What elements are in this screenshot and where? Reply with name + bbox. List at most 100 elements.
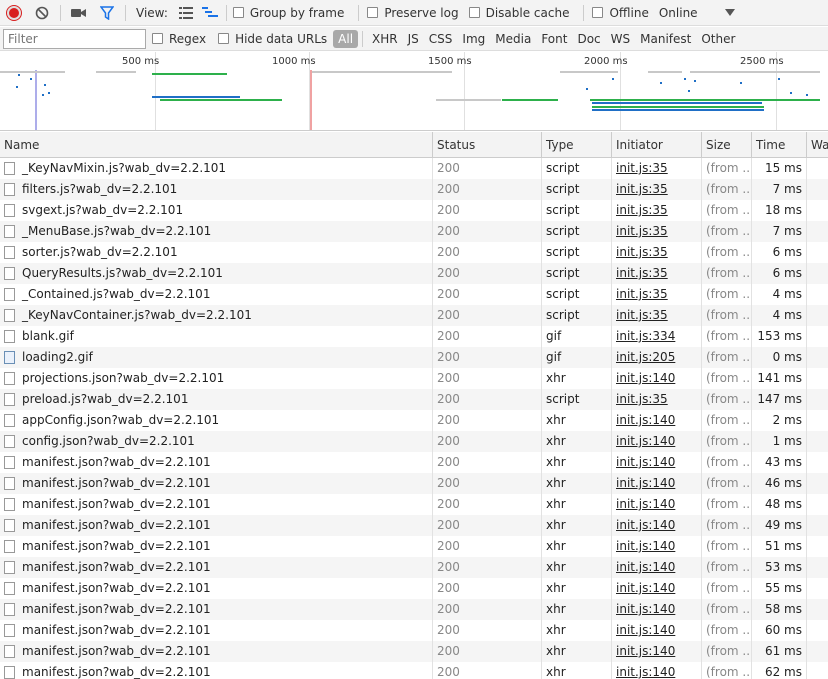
table-row[interactable]: manifest.json?wab_dv=2.2.101 200 xhr init.j… bbox=[0, 662, 828, 679]
initiator-link[interactable]: init.js:140 bbox=[612, 368, 702, 389]
table-row[interactable]: _KeyNavContainer.js?wab_dv=2.2.101 200 scr… bbox=[0, 305, 828, 326]
timeline-overview[interactable]: 500 ms 1000 ms 1500 ms 2000 ms 2500 ms bbox=[0, 52, 828, 131]
hide-data-urls-checkbox[interactable]: Hide data URLs bbox=[218, 32, 327, 46]
initiator-link[interactable]: init.js:35 bbox=[612, 263, 702, 284]
request-name-cell[interactable]: manifest.json?wab_dv=2.2.101 bbox=[0, 494, 433, 515]
request-name-cell[interactable]: svgext.js?wab_dv=2.2.101 bbox=[0, 200, 433, 221]
initiator-link[interactable]: init.js:140 bbox=[612, 494, 702, 515]
initiator-link[interactable]: init.js:35 bbox=[612, 242, 702, 263]
request-name-cell[interactable]: _Contained.js?wab_dv=2.2.101 bbox=[0, 284, 433, 305]
type-filter-other[interactable]: Other bbox=[696, 30, 740, 48]
request-name-cell[interactable]: manifest.json?wab_dv=2.2.101 bbox=[0, 620, 433, 641]
request-name-cell[interactable]: manifest.json?wab_dv=2.2.101 bbox=[0, 536, 433, 557]
table-row[interactable]: manifest.json?wab_dv=2.2.101 200 xhr init.j… bbox=[0, 494, 828, 515]
column-header-size[interactable]: Size bbox=[702, 132, 752, 158]
request-name-cell[interactable]: projections.json?wab_dv=2.2.101 bbox=[0, 368, 433, 389]
request-name-cell[interactable]: manifest.json?wab_dv=2.2.101 bbox=[0, 578, 433, 599]
table-row[interactable]: _KeyNavMixin.js?wab_dv=2.2.101 200 script i… bbox=[0, 158, 828, 179]
table-row[interactable]: manifest.json?wab_dv=2.2.101 200 xhr init.j… bbox=[0, 536, 828, 557]
regex-checkbox[interactable]: Regex bbox=[152, 32, 206, 46]
capture-screenshots-button[interactable] bbox=[65, 0, 93, 26]
filter-input[interactable] bbox=[3, 28, 146, 49]
record-button[interactable] bbox=[0, 0, 28, 26]
initiator-link[interactable]: init.js:140 bbox=[612, 431, 702, 452]
table-row[interactable]: QueryResults.js?wab_dv=2.2.101 200 script i… bbox=[0, 263, 828, 284]
request-name-cell[interactable]: appConfig.json?wab_dv=2.2.101 bbox=[0, 410, 433, 431]
checkbox-box[interactable] bbox=[592, 7, 604, 18]
table-row[interactable]: manifest.json?wab_dv=2.2.101 200 xhr init.j… bbox=[0, 452, 828, 473]
table-row[interactable]: svgext.js?wab_dv=2.2.101 200 script init.js… bbox=[0, 200, 828, 221]
initiator-link[interactable]: init.js:140 bbox=[612, 578, 702, 599]
checkbox-box[interactable] bbox=[218, 33, 230, 44]
type-filter-font[interactable]: Font bbox=[536, 30, 572, 48]
table-row[interactable]: appConfig.json?wab_dv=2.2.101 200 xhr init.… bbox=[0, 410, 828, 431]
throttling-select[interactable]: Online bbox=[659, 6, 717, 20]
disable-cache-checkbox[interactable]: Disable cache bbox=[468, 6, 569, 20]
initiator-link[interactable]: init.js:140 bbox=[612, 473, 702, 494]
table-row[interactable]: _MenuBase.js?wab_dv=2.2.101 200 script init… bbox=[0, 221, 828, 242]
initiator-link[interactable]: init.js:140 bbox=[612, 410, 702, 431]
type-filter-css[interactable]: CSS bbox=[424, 30, 458, 48]
clear-button[interactable] bbox=[28, 0, 56, 26]
request-name-cell[interactable]: manifest.json?wab_dv=2.2.101 bbox=[0, 473, 433, 494]
initiator-link[interactable]: init.js:140 bbox=[612, 662, 702, 679]
checkbox-box[interactable] bbox=[367, 7, 379, 18]
column-header-type[interactable]: Type bbox=[542, 132, 612, 158]
checkbox-box[interactable] bbox=[152, 33, 163, 44]
initiator-link[interactable]: init.js:140 bbox=[612, 536, 702, 557]
table-row[interactable]: blank.gif 200 gif init.js:334 (from ... 153 m… bbox=[0, 326, 828, 347]
type-filter-all[interactable]: All bbox=[333, 29, 359, 48]
request-name-cell[interactable]: preload.js?wab_dv=2.2.101 bbox=[0, 389, 433, 410]
request-name-cell[interactable]: manifest.json?wab_dv=2.2.101 bbox=[0, 641, 433, 662]
request-name-cell[interactable]: sorter.js?wab_dv=2.2.101 bbox=[0, 242, 433, 263]
request-name-cell[interactable]: manifest.json?wab_dv=2.2.101 bbox=[0, 452, 433, 473]
table-row[interactable]: projections.json?wab_dv=2.2.101 200 xhr ini… bbox=[0, 368, 828, 389]
table-row[interactable]: manifest.json?wab_dv=2.2.101 200 xhr init.j… bbox=[0, 557, 828, 578]
request-name-cell[interactable]: filters.js?wab_dv=2.2.101 bbox=[0, 179, 433, 200]
request-name-cell[interactable]: loading2.gif bbox=[0, 347, 433, 368]
initiator-link[interactable]: init.js:140 bbox=[612, 557, 702, 578]
column-header-time[interactable]: Time bbox=[752, 132, 807, 158]
preserve-log-checkbox[interactable]: Preserve log bbox=[367, 6, 459, 20]
table-row[interactable]: manifest.json?wab_dv=2.2.101 200 xhr init.j… bbox=[0, 578, 828, 599]
group-by-frame-checkbox[interactable]: Group by frame bbox=[232, 6, 344, 20]
column-header-waterfall[interactable]: Wa bbox=[807, 132, 828, 158]
request-name-cell[interactable]: manifest.json?wab_dv=2.2.101 bbox=[0, 557, 433, 578]
type-filter-media[interactable]: Media bbox=[490, 30, 536, 48]
initiator-link[interactable]: init.js:140 bbox=[612, 599, 702, 620]
request-name-cell[interactable]: _KeyNavContainer.js?wab_dv=2.2.101 bbox=[0, 305, 433, 326]
column-header-initiator[interactable]: Initiator bbox=[612, 132, 702, 158]
initiator-link[interactable]: init.js:35 bbox=[612, 389, 702, 410]
large-request-rows-button[interactable] bbox=[174, 0, 198, 26]
initiator-link[interactable]: init.js:35 bbox=[612, 284, 702, 305]
offline-checkbox[interactable]: Offline bbox=[592, 6, 649, 20]
table-row[interactable]: _Contained.js?wab_dv=2.2.101 200 script ini… bbox=[0, 284, 828, 305]
request-name-cell[interactable]: _MenuBase.js?wab_dv=2.2.101 bbox=[0, 221, 433, 242]
initiator-link[interactable]: init.js:140 bbox=[612, 620, 702, 641]
initiator-link[interactable]: init.js:205 bbox=[612, 347, 702, 368]
initiator-link[interactable]: init.js:140 bbox=[612, 452, 702, 473]
table-row[interactable]: manifest.json?wab_dv=2.2.101 200 xhr init.j… bbox=[0, 620, 828, 641]
type-filter-manifest[interactable]: Manifest bbox=[635, 30, 696, 48]
request-name-cell[interactable]: QueryResults.js?wab_dv=2.2.101 bbox=[0, 263, 433, 284]
request-name-cell[interactable]: manifest.json?wab_dv=2.2.101 bbox=[0, 662, 433, 679]
request-name-cell[interactable]: _KeyNavMixin.js?wab_dv=2.2.101 bbox=[0, 158, 433, 179]
type-filter-ws[interactable]: WS bbox=[606, 30, 635, 48]
initiator-link[interactable]: init.js:35 bbox=[612, 158, 702, 179]
request-name-cell[interactable]: blank.gif bbox=[0, 326, 433, 347]
initiator-link[interactable]: init.js:35 bbox=[612, 200, 702, 221]
checkbox-box[interactable] bbox=[232, 7, 244, 18]
column-header-name[interactable]: Name bbox=[0, 132, 433, 158]
initiator-link[interactable]: init.js:334 bbox=[612, 326, 702, 347]
request-name-cell[interactable]: manifest.json?wab_dv=2.2.101 bbox=[0, 599, 433, 620]
type-filter-doc[interactable]: Doc bbox=[572, 30, 605, 48]
request-name-cell[interactable]: config.json?wab_dv=2.2.101 bbox=[0, 431, 433, 452]
table-row[interactable]: manifest.json?wab_dv=2.2.101 200 xhr init.j… bbox=[0, 473, 828, 494]
initiator-link[interactable]: init.js:140 bbox=[612, 515, 702, 536]
checkbox-box[interactable] bbox=[468, 7, 480, 18]
show-overview-button[interactable] bbox=[198, 0, 222, 26]
type-filter-xhr[interactable]: XHR bbox=[367, 30, 403, 48]
dropdown-arrow-icon[interactable] bbox=[724, 8, 735, 17]
table-row[interactable]: manifest.json?wab_dv=2.2.101 200 xhr init.j… bbox=[0, 515, 828, 536]
table-row[interactable]: preload.js?wab_dv=2.2.101 200 script init.j… bbox=[0, 389, 828, 410]
